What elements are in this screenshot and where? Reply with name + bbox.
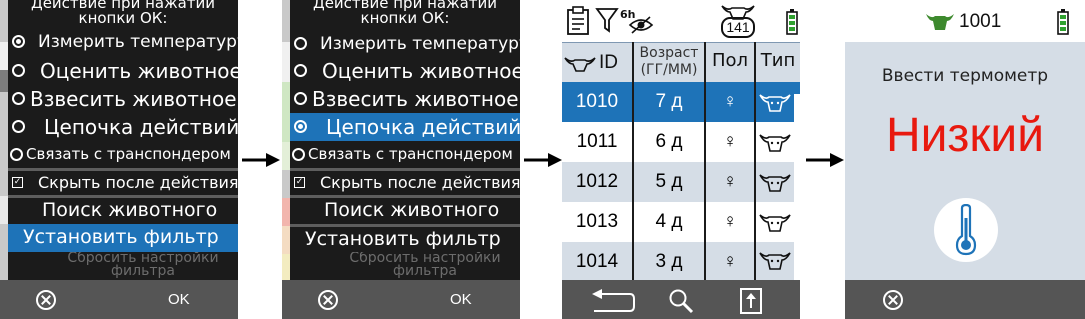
column-divider — [632, 42, 634, 280]
radio-icon[interactable] — [12, 35, 25, 48]
column-id[interactable]: ID — [562, 43, 632, 83]
menu-item-weigh-animal[interactable]: Взвесить животное — [8, 85, 238, 113]
battery-icon — [1057, 9, 1069, 35]
menu-item-action-chain[interactable]: Цепочка действий — [290, 113, 520, 141]
cow-type-icon — [759, 94, 791, 112]
column-age[interactable]: Возраст (ГГ/ММ) — [634, 43, 704, 83]
action-menu: Действие при нажатии кнопки ОК: Измерить… — [8, 0, 238, 280]
cancel-icon[interactable] — [318, 290, 338, 310]
checkbox-checked-icon[interactable]: ✓ — [12, 177, 23, 188]
column-divider — [754, 42, 756, 280]
filter-icon[interactable] — [595, 6, 619, 34]
menu-item-link-transponder[interactable]: Связать с транспондером — [290, 142, 520, 168]
female-icon: ♀ — [722, 91, 738, 112]
hide-after-action-checkbox[interactable]: ✓ Скрыть после действия — [290, 171, 520, 195]
cow-head-icon — [926, 14, 954, 30]
female-icon: ♀ — [722, 171, 738, 192]
status-bar: 1001 — [845, 0, 1085, 42]
thermometer-icon — [955, 204, 977, 256]
arrow-right-icon — [524, 153, 562, 167]
cow-type-icon — [759, 252, 791, 270]
menu-item-action-chain[interactable]: Цепочка действий — [8, 113, 238, 141]
column-type[interactable]: Тип — [756, 43, 800, 83]
radio-icon[interactable] — [12, 64, 25, 77]
cow-head-icon — [564, 57, 596, 72]
table-row[interactable]: 1013 4 д ♀ — [562, 202, 794, 242]
animal-id: 1001 — [959, 11, 1002, 32]
radio-icon[interactable] — [12, 92, 25, 105]
cow-type-icon — [759, 174, 791, 192]
cow-type-icon — [759, 214, 791, 232]
checkbox-checked-icon[interactable]: ✓ — [294, 177, 305, 188]
column-sex[interactable]: Пол — [706, 43, 754, 83]
thermometer-screen: 1001 Ввести термометр Низкий — [845, 0, 1085, 319]
cancel-icon[interactable] — [883, 290, 903, 310]
table-row[interactable]: 1010 7 д ♀ — [562, 82, 794, 122]
thermometer-body: Ввести термометр Низкий — [845, 42, 1085, 280]
cow-type-icon — [759, 134, 791, 152]
female-icon: ♀ — [722, 131, 738, 152]
battery-icon — [786, 9, 798, 35]
scrollbar[interactable] — [794, 82, 800, 94]
bottom-bar: OK — [0, 280, 238, 319]
animal-list-screen: 6h 141 ID Возраст (ГГ/ММ) Пол Тип 1010 7… — [562, 0, 800, 319]
action-menu: Действие при нажатии кнопки ОК: Измерить… — [290, 0, 520, 280]
arrow-right-icon — [242, 153, 280, 167]
result-text: Низкий — [885, 109, 1045, 162]
bottom-bar — [562, 280, 800, 319]
female-icon: ♀ — [722, 251, 738, 272]
radio-icon[interactable] — [292, 148, 305, 161]
hidden-eye-icon — [628, 16, 654, 34]
ok-button[interactable]: OK — [450, 291, 472, 308]
arrow-right-icon — [806, 153, 844, 167]
menu-title: Действие при нажатии кнопки ОК: — [30, 0, 216, 27]
set-filter-button[interactable]: Установить фильтр — [8, 224, 238, 252]
menu-item-link-transponder[interactable]: Связать с транспондером — [8, 142, 238, 168]
status-bar: 6h 141 — [562, 0, 800, 42]
bottom-bar — [845, 280, 1085, 319]
search-icon[interactable] — [668, 288, 694, 314]
search-animal-button[interactable]: Поиск животного — [290, 198, 520, 224]
menu-item-rate-animal[interactable]: Оценить животное — [290, 57, 520, 85]
cancel-icon[interactable] — [36, 290, 56, 310]
ok-button[interactable]: OK — [168, 291, 190, 308]
set-filter-button[interactable]: Установить фильтр — [290, 227, 520, 253]
radio-icon[interactable] — [12, 120, 25, 133]
menu-item-rate-animal[interactable]: Оценить животное — [8, 57, 238, 85]
radio-icon[interactable] — [294, 92, 307, 105]
radio-icon[interactable] — [294, 37, 307, 50]
table-header: ID Возраст (ГГ/ММ) Пол Тип — [562, 42, 800, 82]
menu-item-measure-temperature[interactable]: Измерить температуру — [8, 29, 238, 55]
table-row[interactable]: 1012 5 д ♀ — [562, 162, 794, 202]
prompt-text: Ввести термометр — [881, 66, 1049, 86]
reset-filter-button: Сбросить настройки фильтра — [349, 252, 501, 279]
thermometer-badge — [934, 198, 998, 262]
menu-item-weigh-animal[interactable]: Взвесить животное — [290, 85, 520, 113]
search-animal-button[interactable]: Поиск животного — [8, 198, 238, 224]
hide-after-action-checkbox[interactable]: ✓ Скрыть после действия — [8, 171, 238, 195]
menu-item-measure-temperature[interactable]: Измерить температуру — [290, 31, 520, 57]
bottom-bar: OK — [282, 280, 520, 319]
radio-icon[interactable] — [294, 120, 307, 133]
female-icon: ♀ — [722, 211, 738, 232]
menu-title: Действие при нажатии кнопки ОК: — [312, 0, 498, 27]
animal-count-badge: 141 — [721, 17, 755, 38]
clipboard-list-icon[interactable] — [566, 6, 590, 36]
menu-screen-1: Действие при нажатии кнопки ОК: Измерить… — [0, 0, 238, 319]
animal-table: 1010 7 д ♀ 1011 6 д ♀ 1012 5 д ♀ 1013 4 … — [562, 82, 800, 282]
back-arrow-icon[interactable] — [590, 288, 636, 314]
column-divider — [704, 42, 706, 280]
radio-icon[interactable] — [294, 64, 307, 77]
table-row[interactable]: 1014 3 д ♀ — [562, 242, 794, 282]
export-icon[interactable] — [739, 287, 763, 315]
radio-icon[interactable] — [10, 148, 23, 161]
menu-screen-2: Действие при нажатии кнопки ОК: Измерить… — [282, 0, 520, 319]
reset-filter-button: Сбросить настройки фильтра — [67, 252, 219, 279]
table-row[interactable]: 1011 6 д ♀ — [562, 122, 794, 162]
